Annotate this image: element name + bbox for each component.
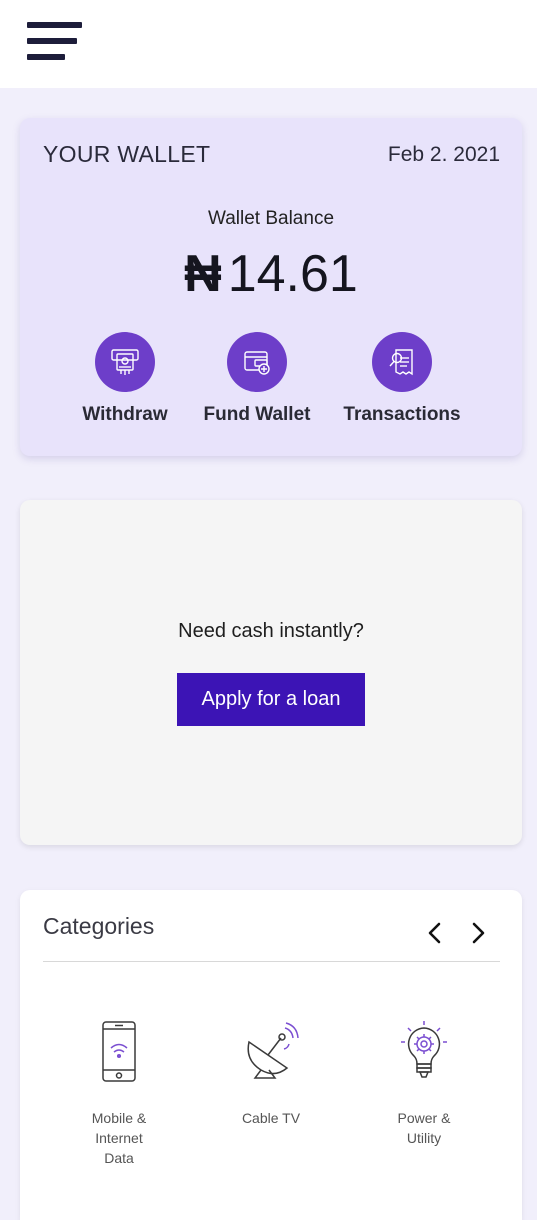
category-mobile-internet-data[interactable]: Mobile & Internet Data [80, 1020, 158, 1168]
withdraw-button[interactable]: Withdraw [78, 332, 172, 426]
receipt-search-icon [372, 332, 432, 392]
balance-amount: ₦ 14.61 [20, 244, 522, 304]
transactions-label: Transactions [343, 404, 461, 425]
fund-wallet-label: Fund Wallet [203, 404, 311, 425]
category-power-label: Power & Utility [397, 1110, 451, 1146]
mobile-wifi-icon [80, 1020, 158, 1086]
category-power-utility[interactable]: Power & Utility [384, 1020, 464, 1148]
balance-value: 14.61 [227, 245, 358, 303]
wallet-title: YOUR WALLET [43, 141, 211, 167]
top-bar [0, 0, 537, 88]
wallet-add-icon [227, 332, 287, 392]
chevron-right-icon[interactable] [465, 920, 491, 946]
loan-card: Need cash instantly? Apply for a loan [20, 500, 522, 845]
loan-question: Need cash instantly? [178, 620, 364, 642]
category-cable-label: Cable TV [241, 1110, 301, 1126]
wallet-date: Feb 2. 2021 [387, 143, 500, 166]
satellite-dish-icon [227, 1020, 315, 1086]
wallet-actions: Withdraw Fund Wallet Transactions [20, 332, 522, 442]
categories-title: Categories [43, 913, 155, 939]
category-cable-tv[interactable]: Cable TV [227, 1020, 315, 1128]
chevron-left-icon[interactable] [422, 920, 448, 946]
categories-card: Categories Mobile & Internet Data Cable … [20, 890, 522, 1220]
atm-withdraw-icon [95, 332, 155, 392]
balance-label: Wallet Balance [207, 208, 335, 229]
category-mobile-label: Mobile & Internet Data [91, 1110, 147, 1166]
fund-wallet-button[interactable]: Fund Wallet [198, 332, 316, 426]
wallet-card: YOUR WALLET Feb 2. 2021 Wallet Balance ₦… [20, 118, 522, 456]
lightbulb-gear-icon [384, 1020, 464, 1086]
transactions-button[interactable]: Transactions [340, 332, 464, 426]
apply-loan-button[interactable]: Apply for a loan [177, 673, 365, 726]
currency-symbol: ₦ [184, 245, 222, 303]
categories-divider [43, 961, 500, 962]
withdraw-label: Withdraw [82, 404, 168, 425]
hamburger-menu-icon[interactable] [27, 22, 83, 62]
